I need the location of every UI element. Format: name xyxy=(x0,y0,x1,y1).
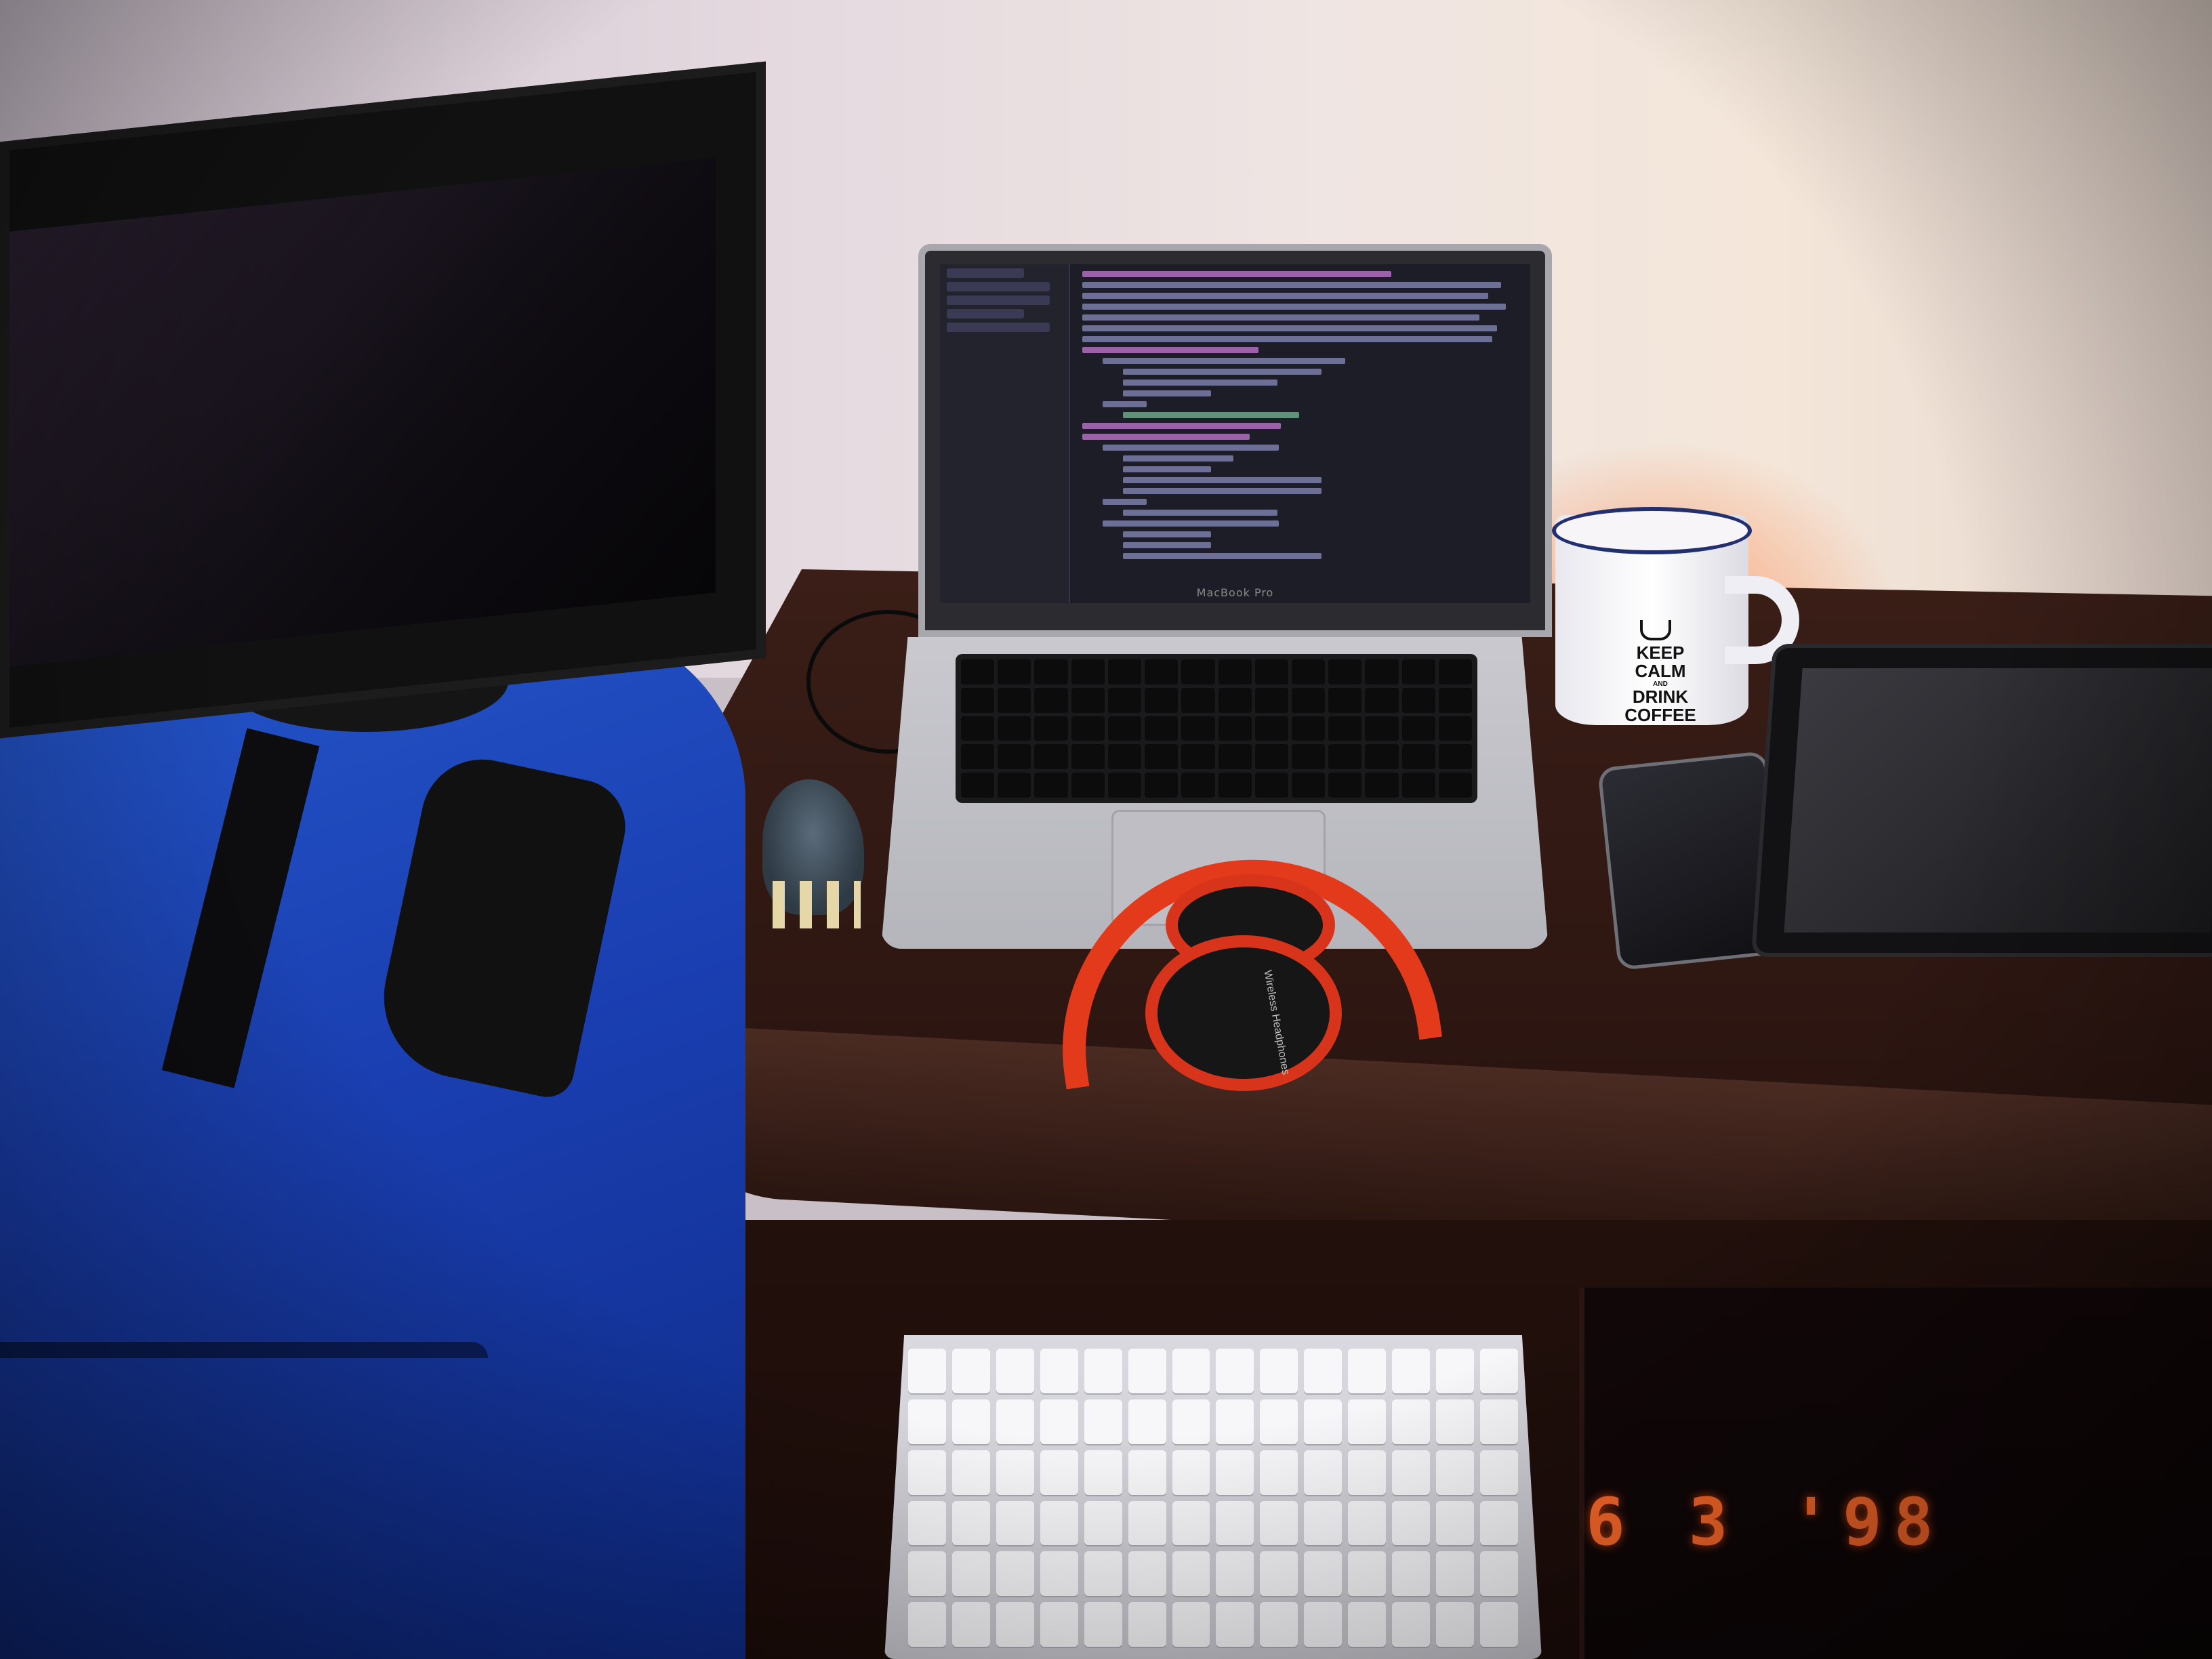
mug-line-keep: KEEP xyxy=(1636,642,1685,663)
wireless-keyboard-keys xyxy=(908,1349,1518,1647)
photo-scene: MacBook Pro KEEP CALM AND DRINK COFFEE W… xyxy=(0,0,2212,1659)
monitor-screen xyxy=(9,157,716,667)
toy-dinosaur-legs xyxy=(773,881,861,928)
headphones-ear-cup-right xyxy=(1145,935,1342,1091)
coffee-mug-rim xyxy=(1552,507,1752,554)
laptop-screen: MacBook Pro xyxy=(940,264,1530,603)
laptop-keyboard xyxy=(956,654,1477,803)
desk-drawer xyxy=(1579,1288,2212,1659)
mug-line-drink: DRINK xyxy=(1632,687,1689,708)
tablet xyxy=(1750,644,2212,957)
laptop-brand-label: MacBook Pro xyxy=(1196,586,1274,599)
coffee-cup-icon xyxy=(1640,620,1671,640)
mug-slogan: KEEP CALM AND DRINK COFFEE xyxy=(1613,642,1708,726)
laptop-lid: MacBook Pro xyxy=(918,244,1552,637)
suitcase-zipper xyxy=(0,1342,488,1358)
external-monitor xyxy=(0,61,766,739)
date-stamp: 6 3 '98 xyxy=(1586,1484,1946,1560)
mug-line-calm: CALM xyxy=(1635,661,1686,682)
blue-suitcase xyxy=(0,623,745,1659)
ide-project-sidebar xyxy=(940,264,1070,603)
mug-line-coffee: COFFEE xyxy=(1624,705,1696,726)
tablet-screen xyxy=(1784,668,2212,933)
ide-code-editor xyxy=(1082,271,1523,596)
